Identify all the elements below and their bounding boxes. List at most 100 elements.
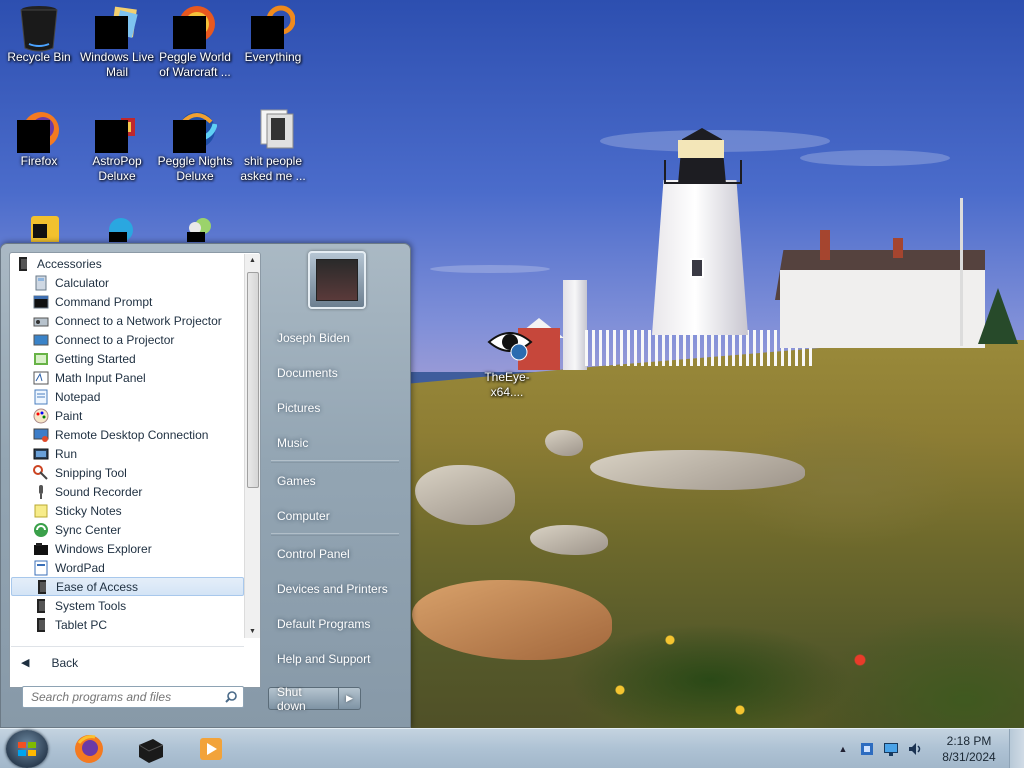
start-link-default-programs[interactable]: Default Programs [265,606,405,641]
peggle-nights-icon [173,108,218,153]
scroll-up-icon[interactable]: ▲ [249,257,256,264]
desktop-icon-label: AstroPop Deluxe [92,154,142,183]
start-link-documents[interactable]: Documents [265,355,405,390]
desktop-icon-peggle-wow[interactable]: Peggle World of Warcraft ... [156,4,234,80]
desktop-icon-everything[interactable]: Everything [234,4,312,65]
desktop-icon-peggle-nights[interactable]: Peggle Nights Deluxe [156,108,234,184]
desktop-icon-label: Peggle World of Warcraft ... [159,50,231,79]
desktop-icon-folder[interactable]: shit people asked me ... [234,108,312,184]
folder-icon [33,617,49,633]
program-label: Calculator [55,275,110,290]
program-item-tablet-pc[interactable]: Tablet PC [11,615,244,634]
scroll-thumb[interactable] [247,272,259,488]
app-icon [17,210,61,242]
program-list[interactable]: Accessories Calculator Command Prompt Conn… [11,254,244,640]
paint-icon [33,408,49,424]
program-item-connect-to-a-projector[interactable]: Connect to a Projector [11,330,244,349]
program-item-notepad[interactable]: Notepad [11,387,244,406]
shutdown-button[interactable]: Shut down [268,685,339,713]
program-item-snipping-tool[interactable]: Snipping Tool [11,463,244,482]
desktop-icon-recycle-bin[interactable]: Recycle Bin [0,4,78,65]
start-link-games[interactable]: Games [265,463,405,498]
desktop-icon-partial[interactable] [156,210,234,242]
tray-app-icon[interactable] [859,741,875,757]
desktop-icon-partial[interactable] [0,210,78,242]
folder-icon [251,108,295,152]
desktop-icon-firefox[interactable]: Firefox [0,108,78,169]
start-link-pictures[interactable]: Pictures [265,390,405,425]
show-hidden-icons-chevron[interactable]: ▲ [835,741,851,757]
desktop-icon-label: Firefox [20,154,58,168]
clock-time: 2:18 PM [946,734,992,748]
desktop-icon-label: Windows Live Mail [79,50,155,79]
network-icon[interactable] [883,741,899,757]
start-link-joseph-biden[interactable]: Joseph Biden [265,320,405,355]
program-item-windows-explorer[interactable]: Windows Explorer [11,539,244,558]
command-prompt-icon [33,294,49,310]
program-label: Tablet PC [55,617,108,632]
program-label: Sound Recorder [55,484,143,499]
desktop-icon-windows-live-mail[interactable]: Windows Live Mail [78,4,156,80]
windows-explorer-icon [33,541,49,557]
astropop-icon [95,108,139,153]
user-picture[interactable] [308,251,366,309]
start-link-control-panel[interactable]: Control Panel [265,536,405,571]
desktop-icon-astropop[interactable]: AstroPop Deluxe [78,108,156,184]
shutdown-group: Shut down ▶ [268,685,361,713]
program-item-wordpad[interactable]: WordPad [11,558,244,577]
program-label: Getting Started [55,351,136,366]
start-link-computer[interactable]: Computer [265,498,405,533]
program-item-sound-recorder[interactable]: Sound Recorder [11,482,244,501]
calculator-icon [33,275,49,291]
search-input[interactable] [31,690,211,704]
taskbar-media-player[interactable] [184,731,238,767]
globe-icon [95,210,139,242]
desktop-icon-theeye[interactable]: TheEye-x64.... [468,324,546,400]
program-item-command-prompt[interactable]: Command Prompt [11,292,244,311]
back-button[interactable]: ◀ Back [11,646,244,678]
program-list-scrollbar[interactable]: ▲ ▼ [244,254,260,638]
program-item-math-input-panel[interactable]: Math Input Panel [11,368,244,387]
start-link-help-and-support[interactable]: Help and Support [265,641,405,676]
scroll-down-icon[interactable]: ▼ [249,628,256,635]
start-link-music[interactable]: Music [265,425,405,460]
desktop-icon-partial[interactable] [78,210,156,242]
program-item-connect-to-a-network-projector[interactable]: Connect to a Network Projector [11,311,244,330]
snipping-tool-icon [33,464,49,481]
program-label: Paint [55,408,83,423]
program-item-paint[interactable]: Paint [11,406,244,425]
start-link-devices-and-printers[interactable]: Devices and Printers [265,571,405,606]
show-desktop-button[interactable] [1009,729,1024,768]
start-search-box[interactable] [22,686,244,708]
program-item-ease-of-access[interactable]: Ease of Access [11,577,244,596]
windows-logo-icon [18,742,36,756]
taskbar-firefox[interactable] [62,731,116,767]
program-label: Connect to a Network Projector [55,313,222,328]
desktop-icon-label: Recycle Bin [7,50,71,64]
search-icon[interactable] [225,691,237,703]
start-right-column: Joseph Biden Documents Pictures Music Games C… [265,320,405,676]
taskbar-blackbox[interactable] [124,731,178,767]
clock[interactable]: 2:18 PM 8/31/2024 [933,733,1005,765]
volume-icon[interactable] [907,741,923,757]
getting-started-icon [33,351,49,367]
windows-live-mail-icon [95,4,139,49]
program-item-remote-desktop-connection[interactable]: Remote Desktop Connection [11,425,244,444]
program-label: Notepad [55,389,101,404]
program-item-run[interactable]: Run [11,444,244,463]
program-item-sync-center[interactable]: Sync Center [11,520,244,539]
shutdown-options-button[interactable]: ▶ [339,687,361,710]
program-item-sticky-notes[interactable]: Sticky Notes [11,501,244,520]
plant-icon [173,210,217,242]
program-item-system-tools[interactable]: System Tools [11,596,244,615]
program-label: Sticky Notes [55,503,122,518]
start-button[interactable] [6,730,48,768]
program-item-getting-started[interactable]: Getting Started [11,349,244,368]
back-arrow-icon: ◀ [21,657,30,669]
program-label: System Tools [55,598,127,613]
folder-label: Accessories [37,256,102,271]
desktop-icon-label: Peggle Nights Deluxe [157,154,233,183]
program-item-calculator[interactable]: Calculator [11,273,244,292]
desktop-icon-label: Everything [244,50,302,64]
folder-accessories[interactable]: Accessories [11,254,244,273]
